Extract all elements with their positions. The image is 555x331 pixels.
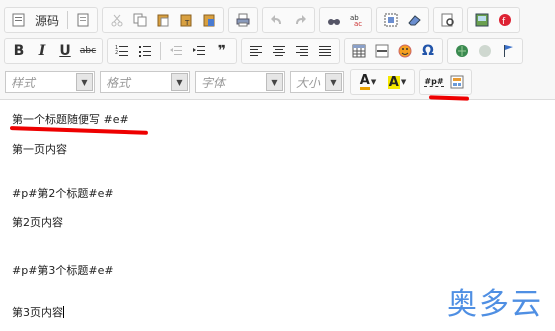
content-line-3: #p#第2个标题#e#	[12, 187, 114, 200]
image-icon[interactable]	[472, 10, 492, 30]
link-icon[interactable]	[452, 41, 472, 61]
align-center-icon[interactable]	[269, 41, 289, 61]
content-line-6: 第3页内容	[12, 304, 64, 320]
toolbar-row-2: B I U abc 12 ❞ Ω	[0, 37, 555, 65]
group-preview	[433, 7, 464, 33]
horizontal-rule-icon[interactable]	[372, 41, 392, 61]
group-pagebreak: #p#	[419, 69, 472, 95]
separator	[160, 42, 161, 60]
style-combo[interactable]: 样式 ▼	[5, 71, 95, 93]
cut-icon[interactable]	[107, 10, 127, 30]
underline-icon[interactable]: U	[55, 41, 75, 61]
format-combo-label: 格式	[106, 75, 131, 90]
format-combo[interactable]: 格式 ▼	[100, 71, 190, 93]
smiley-icon[interactable]	[395, 41, 415, 61]
group-lists: 12 ❞	[107, 38, 237, 64]
chevron-down-icon[interactable]: ▼	[76, 73, 93, 91]
numbered-list-icon[interactable]: 12	[112, 41, 132, 61]
chevron-down-icon[interactable]: ▼	[325, 73, 342, 91]
group-source: 源码	[4, 7, 99, 33]
font-combo-label: 字体	[201, 75, 226, 90]
document-icon[interactable]	[73, 10, 93, 30]
content-line-6-text: 第3页内容	[12, 306, 63, 319]
copy-icon[interactable]	[130, 10, 150, 30]
font-combo[interactable]: 字体 ▼	[195, 71, 285, 93]
indent-icon[interactable]	[189, 41, 209, 61]
group-colors: A ▼ A ▼	[350, 69, 415, 95]
align-right-icon[interactable]	[292, 41, 312, 61]
group-basic-format: B I U abc	[4, 38, 103, 64]
page-break-button[interactable]: #p#	[424, 72, 444, 92]
group-select	[376, 7, 430, 33]
content-line-2: 第一页内容	[12, 143, 67, 156]
content-line-1: 第一个标题随便写 #e#	[12, 113, 129, 126]
style-combo-label: 样式	[11, 75, 36, 90]
group-insert: Ω	[344, 38, 443, 64]
size-combo[interactable]: 大小 ▼	[290, 71, 344, 93]
strikethrough-icon[interactable]: abc	[78, 41, 98, 61]
find-icon[interactable]	[324, 10, 344, 30]
svg-text:ac: ac	[354, 20, 362, 27]
align-left-icon[interactable]	[246, 41, 266, 61]
paste-icon[interactable]	[153, 10, 173, 30]
bg-color-button[interactable]: A ▼	[384, 72, 410, 92]
table-icon[interactable]	[349, 41, 369, 61]
source-icon	[9, 10, 29, 30]
blockquote-icon[interactable]: ❞	[212, 41, 232, 61]
undo-icon[interactable]	[267, 10, 287, 30]
watermark-logo: 奥多云	[447, 287, 543, 322]
eraser-icon[interactable]	[404, 10, 424, 30]
unlink-icon[interactable]	[475, 41, 495, 61]
chevron-down-icon[interactable]: ▼	[266, 73, 283, 91]
editor-toolbar: 源码 T ab ac f B I U abc 1 2 ❞ Ω 样式 ▼ 格式 ▼…	[0, 0, 555, 100]
group-links	[447, 38, 523, 64]
size-combo-label: 大小	[296, 75, 321, 90]
preview-icon[interactable]	[438, 10, 458, 30]
replace-icon[interactable]: ab ac	[347, 10, 367, 30]
chevron-down-icon[interactable]: ▼	[171, 73, 188, 91]
special-char-icon[interactable]: Ω	[418, 41, 438, 61]
redo-icon[interactable]	[290, 10, 310, 30]
select-all-icon[interactable]	[381, 10, 401, 30]
page-break-icon: #p#	[424, 77, 444, 87]
print-icon[interactable]	[233, 10, 253, 30]
content-line-5: #p#第3个标题#e#	[12, 264, 114, 277]
toolbar-row-1: 源码 T ab ac f	[0, 6, 555, 34]
group-clipboard: T	[102, 7, 225, 33]
italic-icon[interactable]: I	[32, 41, 52, 61]
toolbar-row-3: 样式 ▼ 格式 ▼ 字体 ▼ 大小 ▼ A ▼ A ▼ #p#	[0, 68, 555, 96]
bulleted-list-icon[interactable]	[135, 41, 155, 61]
separator	[67, 11, 69, 29]
content-line-4: 第2页内容	[12, 216, 63, 229]
paste-word-icon[interactable]	[199, 10, 219, 30]
group-align	[241, 38, 340, 64]
group-find: ab ac	[319, 7, 373, 33]
font-color-icon: A	[359, 72, 370, 90]
font-color-button[interactable]: A ▼	[355, 72, 381, 92]
text-cursor	[63, 306, 64, 318]
bg-color-icon: A	[387, 74, 400, 90]
align-justify-icon[interactable]	[315, 41, 335, 61]
source-button[interactable]: 源码	[32, 10, 62, 30]
group-undo	[262, 7, 316, 33]
svg-text:2: 2	[115, 50, 118, 56]
group-print	[228, 7, 259, 33]
flash-icon[interactable]: f	[495, 10, 515, 30]
anchor-icon[interactable]	[498, 41, 518, 61]
outdent-icon[interactable]	[166, 41, 186, 61]
template-icon[interactable]	[447, 72, 467, 92]
paste-text-icon[interactable]: T	[176, 10, 196, 30]
group-media: f	[467, 7, 521, 33]
svg-text:T: T	[184, 19, 190, 27]
bold-icon[interactable]: B	[9, 41, 29, 61]
